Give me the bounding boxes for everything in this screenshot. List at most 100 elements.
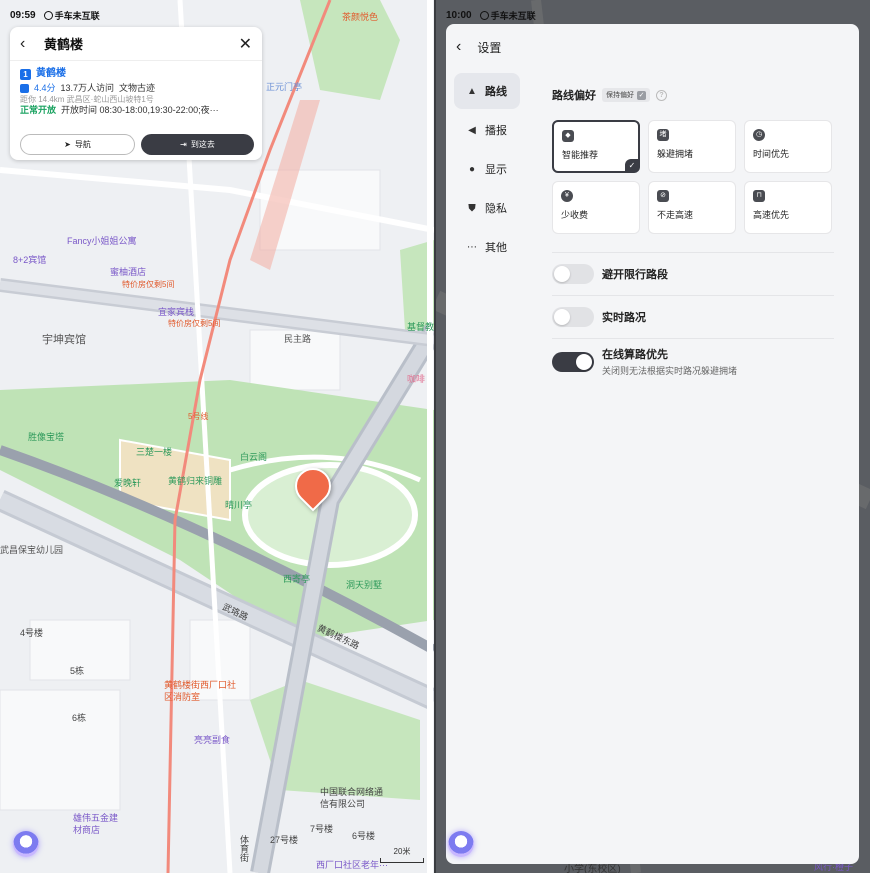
poi-result[interactable]: 1 黄鹤楼 4.4分 13.7万人访问 文物古迹 距你 14.4km 武昌区·蛇… — [10, 61, 262, 117]
poi-rating: 4.4分 — [34, 83, 56, 93]
rating-icon — [20, 83, 29, 93]
scale-bar — [380, 858, 424, 863]
option-label: 时间优先 — [753, 149, 790, 159]
option-less-toll[interactable]: ¥ 少收费 — [552, 181, 640, 234]
speaker-icon: ◀ — [468, 124, 476, 136]
option-no-highway[interactable]: ⊘ 不走高速 — [648, 181, 736, 234]
scale-label: 20米 — [393, 847, 411, 856]
voice-assistant-icon[interactable] — [448, 831, 474, 857]
avoid-restrict-toggle[interactable] — [552, 264, 594, 284]
sidebar-item-label: 隐私 — [485, 203, 507, 215]
status-bar: 09:59 手车未互联 — [10, 9, 100, 22]
sidebar-item-label: 其他 — [485, 242, 507, 254]
sidebar-item-label: 播报 — [485, 125, 507, 137]
settings-title: 设置 — [477, 40, 502, 55]
online-routing-toggle[interactable] — [552, 351, 594, 372]
network-label: 手车未互联 — [54, 11, 100, 21]
highway-icon: ⊓ — [753, 190, 765, 202]
poi-name[interactable]: 黄鹤楼 — [36, 67, 66, 81]
back-icon[interactable]: ‹ — [20, 35, 38, 53]
option-highway-first[interactable]: ⊓ 高速优先 — [744, 181, 832, 234]
toggle-label: 在线算路优先 — [602, 349, 668, 361]
sidebar-item-broadcast[interactable]: ◀ 播报 — [454, 112, 520, 148]
sidebar-item-other[interactable]: ⋯ 其他 — [454, 229, 520, 265]
network-label: 手车未互联 — [490, 11, 536, 21]
option-avoid-jam[interactable]: 堵躲避拥堵 — [648, 120, 736, 173]
option-label: 高速优先 — [753, 210, 790, 220]
route-icon: ⇥ — [180, 140, 187, 149]
sidebar-item-label: 显示 — [485, 164, 507, 176]
poi-visits: 13.7万人访问 — [60, 83, 115, 93]
toggle-knob — [554, 266, 570, 282]
option-smart[interactable]: ◆ 智能推荐 ✓ — [552, 120, 640, 173]
toggle-knob — [576, 353, 592, 370]
navigation-arrow-icon: ▲ — [467, 85, 477, 97]
clock-icon: ◷ — [753, 129, 765, 141]
poi-open-status: 正常开放 — [20, 105, 57, 115]
poi-address: 距你 14.4km 武昌区·蛇山西山坡特1号 — [20, 95, 154, 103]
keep-pref-checkbox[interactable]: 保持偏好 ✓ — [602, 88, 650, 102]
poi-hours: 开放时间 08:30-18:00,19:30-22:00;夜··· — [61, 105, 219, 115]
toggle-row-avoid-restrict: 避开限行路段 — [552, 252, 834, 295]
toggle-text: 在线算路优先关闭则无法根据实时路况躲避拥堵 — [602, 346, 737, 377]
coin-icon: ¥ — [561, 190, 573, 202]
status-time: 09:59 — [10, 10, 36, 21]
poi-card: ‹ 黄鹤楼 ✕ 1 黄鹤楼 4.4分 13.7万人访问 文物古迹 距你 14.4… — [10, 27, 262, 160]
settings-header: ‹ 设置 — [456, 38, 501, 56]
voice-assistant-icon[interactable] — [13, 831, 39, 857]
help-icon[interactable]: ? — [656, 89, 667, 101]
sidebar-item-display[interactable]: ● 显示 — [454, 151, 520, 187]
settings-sidebar: ▲ 路线 ◀ 播报 ● 显示 ⛊ 隐私 ⋯ 其他 — [454, 73, 520, 268]
link-icon — [43, 11, 53, 20]
close-icon[interactable]: ✕ — [239, 34, 252, 54]
go-here-button[interactable]: ⇥ 到这去 — [141, 134, 254, 155]
poi-name-row: 1 黄鹤楼 — [20, 67, 252, 81]
link-icon — [479, 11, 489, 20]
poi-rating-row: 4.4分 13.7万人访问 文物古迹 — [20, 81, 252, 95]
route-pref-title: 路线偏好 — [552, 90, 596, 102]
option-label: 躲避拥堵 — [657, 149, 694, 159]
more-dots-icon: ⋯ — [467, 241, 477, 253]
poi-hours-row: 正常开放 开放时间 08:30-18:00,19:30-22:00;夜··· — [20, 103, 252, 117]
toggle-label: 实时路况 — [602, 312, 646, 324]
status-bar: 10:00 手车未互联 — [446, 9, 536, 22]
sidebar-item-route[interactable]: ▲ 路线 — [454, 73, 520, 109]
poi-index: 1 — [20, 68, 31, 80]
settings-panel: ‹ 设置 ▲ 路线 ◀ 播报 ● 显示 ⛊ 隐私 ⋯ 其他 路线偏好 保持偏好 ✓ ? ◆ 智… — [446, 24, 859, 864]
poi-category: 文物古迹 — [119, 83, 156, 93]
toggle-label: 避开限行路段 — [602, 269, 668, 281]
shield-icon: ⛊ — [468, 202, 476, 214]
sidebar-item-label: 路线 — [485, 86, 507, 98]
toggle-knob — [554, 309, 570, 325]
network-status: 手车未互联 — [479, 9, 536, 22]
navigate-button[interactable]: ➤ 导航 — [20, 134, 135, 155]
live-traffic-toggle[interactable] — [552, 307, 594, 327]
option-time-first[interactable]: ◷ 时间优先 — [744, 120, 832, 173]
no-highway-icon: ⊘ — [657, 190, 669, 202]
route-settings: 路线偏好 保持偏好 ✓ ? ◆ 智能推荐 ✓ 堵躲避拥堵 ◷ 时间优先 ¥ 少收费 ⊘ 不走… — [552, 84, 834, 384]
status-time: 10:00 — [446, 10, 472, 21]
map-scale: 20米 — [380, 846, 424, 863]
avoid-jam-icon: 堵 — [657, 129, 669, 141]
toggle-row-traffic: 实时路况 — [552, 295, 834, 338]
toggle-list: 避开限行路段 实时路况 在线算路优先关闭则无法根据实时路况躲避拥堵 — [552, 252, 834, 384]
poi-card-header: ‹ 黄鹤楼 ✕ — [10, 27, 262, 61]
poi-actions: ➤ 导航 ⇥ 到这去 — [20, 134, 254, 155]
back-icon[interactable]: ‹ — [456, 38, 461, 56]
selected-check-icon: ✓ — [625, 159, 639, 172]
toggle-description: 关闭则无法根据实时路况躲避拥堵 — [602, 366, 738, 376]
keep-pref-label: 保持偏好 — [606, 92, 634, 99]
checkbox-icon: ✓ — [637, 90, 646, 100]
toggle-row-online-routing: 在线算路优先关闭则无法根据实时路况躲避拥堵 — [552, 338, 834, 384]
map-pane[interactable]: 09:59 手车未互联 茶颜悦色 正元门亭 Fancy小姐姐公寓 8+2宾馆 蜜… — [0, 0, 434, 873]
location-pin-icon: ● — [468, 163, 476, 175]
navigate-label: 导航 — [74, 140, 91, 149]
network-status: 手车未互联 — [43, 9, 100, 22]
poi-card-title: 黄鹤楼 — [44, 37, 84, 52]
settings-pane: 10:00 手车未互联 小学(东校区) 风行·橙子 ‹ 设置 ▲ 路线 ◀ 播报 ●… — [436, 0, 870, 873]
smart-icon: ◆ — [562, 130, 574, 142]
navigate-arrow-icon: ➤ — [64, 140, 71, 149]
sidebar-item-privacy[interactable]: ⛊ 隐私 — [454, 190, 520, 226]
go-here-label: 到这去 — [190, 140, 215, 149]
option-label: 不走高速 — [657, 210, 694, 220]
